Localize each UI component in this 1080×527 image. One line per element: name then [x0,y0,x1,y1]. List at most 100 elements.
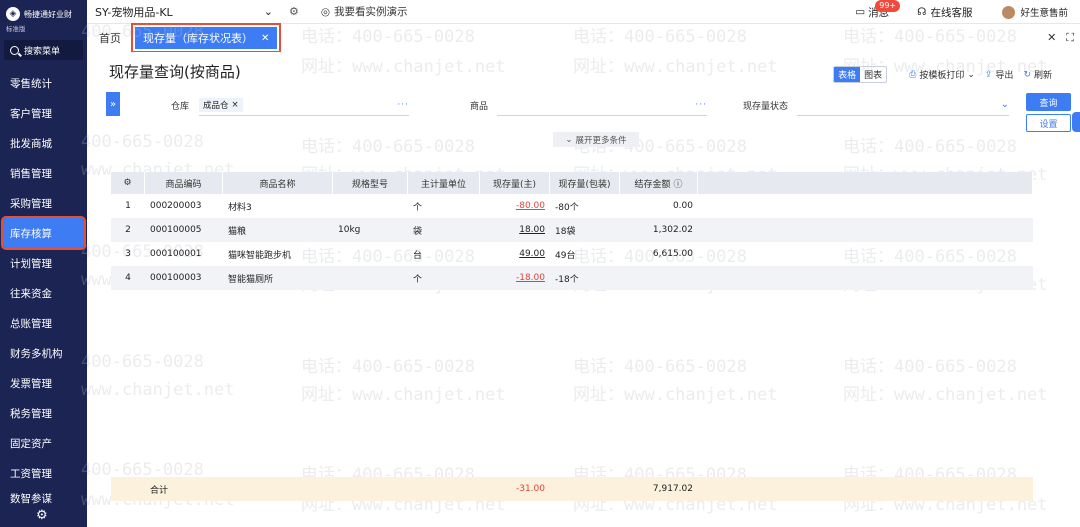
column-header-qty[interactable]: 现存量(主) [480,172,550,194]
sidebar-nav: 零售统计 客户管理 批发商城 销售管理 采购管理 库存核算 计划管理 往来资金 … [0,68,87,508]
sidebar-item-inventory-accounting[interactable]: 库存核算 [1,216,86,250]
table-row[interactable]: 1 000200003 材料3 个 -80.00 -80个 0.00 [111,194,1033,218]
stock-qty-link[interactable]: -80.00 [516,201,545,211]
close-icon[interactable]: ✕ [261,33,269,44]
product-code: 000100003 [150,273,202,283]
row-number: 2 [125,225,131,235]
more-options-icon[interactable]: ··· [397,100,409,110]
stock-amount: 6,615.00 [652,249,693,259]
table-row[interactable]: 4 000100003 智能猫厕所 个 -18.00 -18个 [111,266,1033,290]
chevron-down-icon: ⌄ [967,69,975,80]
column-header-name[interactable]: 商品名称 [223,172,333,194]
demo-link-label: 我要看实例演示 [334,6,408,18]
sidebar-item-general-ledger[interactable]: 总账管理 [0,308,87,338]
user-menu[interactable]: 好生意售前 [1002,5,1068,19]
column-header-unit[interactable]: 主计量单位 [408,172,480,194]
query-button[interactable]: 查询 [1026,93,1071,111]
tabbar-actions: ✕ ⛶ [1047,31,1074,45]
search-menu-button[interactable]: 搜索菜单 [4,40,83,60]
double-chevron-down-icon: ⌄ [565,134,573,145]
sidebar-item-invoices[interactable]: 发票管理 [0,368,87,398]
print-template-button[interactable]: ⎙ 按模板打印 ⌄ [909,68,975,82]
eye-icon: ◎ [320,5,331,18]
online-support-button[interactable]: ☊ 在线客服 [917,5,972,20]
watermark: 400-665-0028 [81,352,204,372]
table-row[interactable]: 2 000100005 猫粮 10kg 袋 18.00 18袋 1,302.02 [111,218,1033,242]
expand-more-conditions[interactable]: ⌄ 展开更多条件 [553,132,639,147]
product-spec: 10kg [338,225,361,235]
logo: ◈ 畅捷通好业财 标准版 [0,0,87,40]
watermark: 网址：www.chanjet.net [573,385,778,405]
export-label: 导出 [995,71,1014,81]
stock-status-select[interactable]: ⌄ [797,94,1009,116]
side-panel-handle[interactable] [1072,112,1080,132]
sidebar-item-smart-advisor[interactable]: 数智参谋 [0,488,87,508]
stock-qty-link[interactable]: 18.00 [519,225,545,235]
main-content: 400-665-0028 电话：400-665-0028 电话：400-665-… [81,22,1080,527]
stock-status-label: 现存量状态 [743,102,789,112]
warehouse-value: 成品仓 [203,100,229,111]
sidebar-item-planning[interactable]: 计划管理 [0,248,87,278]
sidebar-item-retail-stats[interactable]: 零售统计 [0,68,87,98]
expand-filter-button[interactable]: » [106,92,120,116]
view-table-button[interactable]: 表格 [834,67,861,82]
stock-table: ⚙ 商品编码 商品名称 规格型号 主计量单位 现存量(主) 现存量(包装) 结存… [111,172,1033,290]
product-code: 000100005 [150,225,202,235]
company-selector[interactable]: SY-宠物用品-KL ⌄ [95,4,273,20]
total-label: 合计 [150,485,169,496]
gear-icon[interactable]: ⚙ [289,5,299,18]
remove-chip-icon[interactable]: × [232,100,239,110]
column-settings-icon[interactable]: ⚙ [111,172,145,194]
warehouse-label: 仓库 [171,102,190,112]
stock-qty-link[interactable]: -18.00 [516,273,545,283]
user-name: 好生意售前 [1020,8,1068,19]
demo-link[interactable]: ◎ 我要看实例演示 [321,4,408,19]
product-unit: 袋 [413,226,423,237]
sidebar-item-sales[interactable]: 销售管理 [0,158,87,188]
table-total-row: 合计 -31.00 7,917.02 [111,477,1033,501]
watermark: 网址：www.chanjet.net [301,57,506,77]
column-header-pack-qty[interactable]: 现存量(包装) [550,172,620,194]
view-toggle: 表格 图表 [833,66,888,83]
messages-button[interactable]: ▭ 消息 99+ [855,0,901,20]
settings-button[interactable]: 设置 [1026,114,1071,132]
top-bar: SY-宠物用品-KL ⌄ ⚙ ◎ 我要看实例演示 ▭ 消息 99+ ☊ 在线客服… [87,0,1080,24]
page-title: 现存量查询(按商品) [109,63,241,81]
tab-stock-status[interactable]: 现存量（库存状况表） ✕ [130,23,282,53]
sidebar-item-multi-org-finance[interactable]: 财务多机构 [0,338,87,368]
brand-name: 畅捷通好业财 [24,9,72,19]
more-options-icon[interactable]: ··· [695,100,707,110]
sidebar-item-purchasing[interactable]: 采购管理 [0,188,87,218]
tab-home[interactable]: 首页 [99,30,121,46]
view-chart-button[interactable]: 图表 [860,67,886,82]
chevron-down-icon: ⌄ [263,5,273,18]
table-row[interactable]: 3 000100001 猫咪智能跑步机 台 49.00 49台 6,615.00 [111,242,1033,266]
sidebar-item-fixed-assets[interactable]: 固定资产 [0,428,87,458]
info-icon[interactable]: ⓘ [673,177,682,190]
watermark: 网址：www.chanjet.net [301,385,506,405]
messages-badge: 99+ [875,0,901,12]
sidebar-item-tax[interactable]: 税务管理 [0,398,87,428]
stock-qty-link[interactable]: 49.00 [519,249,545,259]
watermark: 电话：400-665-0028 [843,137,1017,157]
sidebar-item-payroll[interactable]: 工资管理 [0,458,87,488]
edition-label: 标准版 [6,25,26,33]
sidebar-item-wholesale-mall[interactable]: 批发商城 [0,128,87,158]
sidebar-item-funds[interactable]: 往来资金 [0,278,87,308]
settings-gear-icon[interactable]: ⚙ [36,508,48,523]
column-header-amount[interactable]: 结存金额 ⓘ [620,172,698,194]
export-icon: ⇪ [984,69,993,80]
column-header-code[interactable]: 商品编码 [145,172,223,194]
column-header-spec[interactable]: 规格型号 [333,172,408,194]
sidebar-item-customers[interactable]: 客户管理 [0,98,87,128]
product-unit: 个 [413,274,423,285]
fullscreen-icon[interactable]: ⛶ [1066,31,1074,45]
refresh-button[interactable]: ↻ 刷新 [1023,68,1052,82]
sidebar: ◈ 畅捷通好业财 标准版 搜索菜单 零售统计 客户管理 批发商城 销售管理 采购… [0,0,87,527]
product-name: 猫粮 [228,226,247,237]
product-field[interactable]: ··· [497,94,707,116]
export-button[interactable]: ⇪ 导出 [984,68,1014,82]
close-all-icon[interactable]: ✕ [1047,31,1056,45]
warehouse-field[interactable]: 成品仓 × ··· [199,94,409,116]
message-icon: ▭ [855,6,866,18]
